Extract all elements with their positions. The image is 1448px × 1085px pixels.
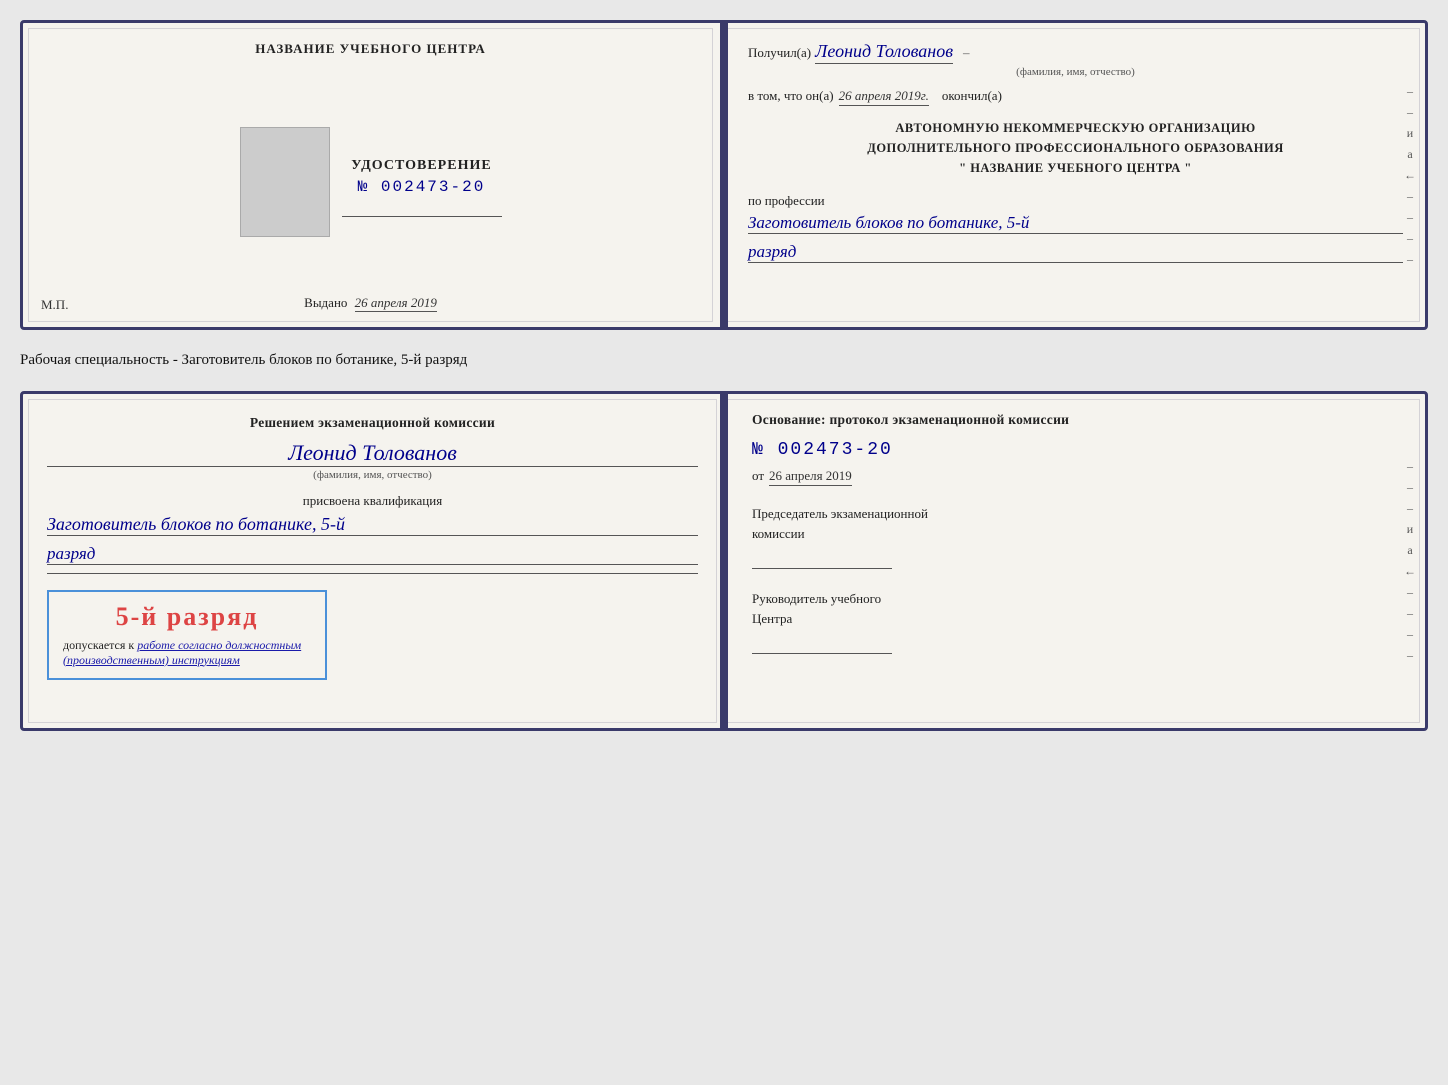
side-dash-b6: –	[1407, 627, 1413, 642]
side-arrow-b: ←	[1404, 564, 1416, 579]
side-text-col-bottom: – – – и а ← – – – –	[1401, 394, 1419, 728]
side-dash-4: –	[1407, 210, 1413, 225]
stamp-box: 5-й разряд допускается к работе согласно…	[47, 590, 327, 680]
fio-sub-bottom: (фамилия, имя, отчество)	[47, 469, 698, 481]
prisvoena-label: присвоена квалификация	[47, 493, 698, 509]
side-dash-b2: –	[1407, 480, 1413, 495]
page-wrapper: НАЗВАНИЕ УЧЕБНОГО ЦЕНТРА УДОСТОВЕРЕНИЕ №…	[20, 20, 1428, 731]
bottom-document-card: Решением экзаменационной комиссии Леонид…	[20, 391, 1428, 731]
side-а-b: а	[1407, 543, 1412, 558]
side-dash-6: –	[1407, 252, 1413, 267]
predsedatel-line2: комиссии	[752, 526, 805, 541]
vtom-line: в том, что он(а) 26 апреля 2019г. окончи…	[748, 88, 1403, 106]
side-arrow: ←	[1404, 168, 1416, 183]
profession-name-top: Заготовитель блоков по ботанике, 5-й	[748, 213, 1403, 234]
person-name-top: Леонид Толованов	[815, 41, 953, 64]
top-document-card: НАЗВАНИЕ УЧЕБНОГО ЦЕНТРА УДОСТОВЕРЕНИЕ №…	[20, 20, 1428, 330]
side-dash-1: –	[1407, 84, 1413, 99]
vydano-label: Выдано	[304, 295, 347, 310]
org-block: АВТОНОМНУЮ НЕКОММЕРЧЕСКУЮ ОРГАНИЗАЦИЮ ДО…	[748, 118, 1403, 178]
org-line3: " НАЗВАНИЕ УЧЕБНОГО ЦЕНТРА "	[748, 158, 1403, 178]
predsedatel-block: Председатель экзаменационной комиссии	[752, 504, 1403, 569]
ot-line: от 26 апреля 2019	[752, 468, 1403, 486]
side-и-b: и	[1407, 522, 1413, 537]
rukovoditel-block: Руководитель учебного Центра	[752, 589, 1403, 654]
fio-subtitle-top: (фамилия, имя, отчество)	[748, 66, 1403, 78]
stamp-razryad-text: 5-й разряд	[63, 602, 311, 632]
dopuskaetsya-prefix: допускается к	[63, 638, 134, 652]
side-dash-b7: –	[1407, 648, 1413, 663]
side-а: а	[1407, 147, 1412, 162]
rukovoditel-sign-line	[752, 636, 892, 654]
udostoverenie-block: УДОСТОВЕРЕНИЕ № 002473-20	[342, 158, 502, 217]
ot-prefix: от	[752, 468, 764, 484]
razryad-top: разряд	[748, 242, 1403, 263]
protocol-number: № 002473-20	[752, 440, 1403, 460]
side-dash-5: –	[1407, 231, 1413, 246]
rukovoditel-line2: Центра	[752, 611, 792, 626]
top-right-half: Получил(а) Леонид Толованов – (фамилия, …	[718, 23, 1425, 327]
poluchil-line: Получил(а) Леонид Толованов –	[748, 41, 1403, 64]
side-dash-2: –	[1407, 105, 1413, 120]
dopuskaetsya-italic1: работе согласно должностным	[137, 638, 301, 652]
udostoverenie-number: № 002473-20	[342, 178, 502, 196]
okончил-label: окончил(а)	[942, 88, 1002, 104]
rukovoditel-line1: Руководитель учебного	[752, 591, 881, 606]
photo-placeholder	[240, 127, 330, 237]
resheniem-line: Решением экзаменационной комиссии	[47, 412, 698, 434]
side-dash-3: –	[1407, 189, 1413, 204]
top-left-half: НАЗВАНИЕ УЧЕБНОГО ЦЕНТРА УДОСТОВЕРЕНИЕ №…	[23, 23, 718, 327]
specialty-label: Рабочая специальность - Заготовитель бло…	[20, 348, 1428, 373]
bottom-left-half: Решением экзаменационной комиссии Леонид…	[23, 394, 722, 728]
stamp-dopuskaetsya: допускается к работе согласно должностны…	[63, 638, 311, 668]
side-dash-b1: –	[1407, 459, 1413, 474]
ot-date: 26 апреля 2019	[769, 468, 852, 486]
po-professii-block: по профессии Заготовитель блоков по бота…	[748, 192, 1403, 263]
mp-label: М.П.	[41, 297, 68, 313]
osnovanie-title: Основание: протокол экзаменационной коми…	[752, 412, 1403, 428]
org-line2: ДОПОЛНИТЕЛЬНОГО ПРОФЕССИОНАЛЬНОГО ОБРАЗО…	[748, 138, 1403, 158]
side-и: и	[1407, 126, 1413, 141]
qualification-name: Заготовитель блоков по ботанике, 5-й	[47, 514, 698, 536]
org-line1: АВТОНОМНУЮ НЕКОММЕРЧЕСКУЮ ОРГАНИЗАЦИЮ	[748, 118, 1403, 138]
side-dash-b5: –	[1407, 606, 1413, 621]
side-dash-b4: –	[1407, 585, 1413, 600]
razryad-bottom: разряд	[47, 544, 698, 565]
vtom-prefix: в том, что он(а)	[748, 88, 834, 104]
vydano-date: 26 апреля 2019	[355, 295, 437, 312]
predsedatel-label: Председатель экзаменационной комиссии	[752, 504, 1403, 543]
person-name-bottom: Леонид Толованов	[47, 440, 698, 467]
rukovoditel-label: Руководитель учебного Центра	[752, 589, 1403, 628]
udostoverenie-label: УДОСТОВЕРЕНИЕ	[342, 158, 502, 174]
top-left-center-title: НАЗВАНИЕ УЧЕБНОГО ЦЕНТРА	[255, 41, 486, 57]
vtom-date: 26 апреля 2019г.	[839, 88, 929, 106]
side-dash-b3: –	[1407, 501, 1413, 516]
dopuskaetsya-italic2: (производственным) инструкциям	[63, 653, 240, 667]
poluchil-prefix: Получил(а)	[748, 45, 811, 61]
predsedatel-line1: Председатель экзаменационной	[752, 506, 928, 521]
po-professii-label: по профессии	[748, 193, 825, 208]
bottom-right-half: Основание: протокол экзаменационной коми…	[722, 394, 1425, 728]
vydano-line: Выдано 26 апреля 2019	[304, 295, 437, 311]
predsedatel-sign-line	[752, 551, 892, 569]
side-text-col: – – и а ← – – – –	[1401, 23, 1419, 327]
